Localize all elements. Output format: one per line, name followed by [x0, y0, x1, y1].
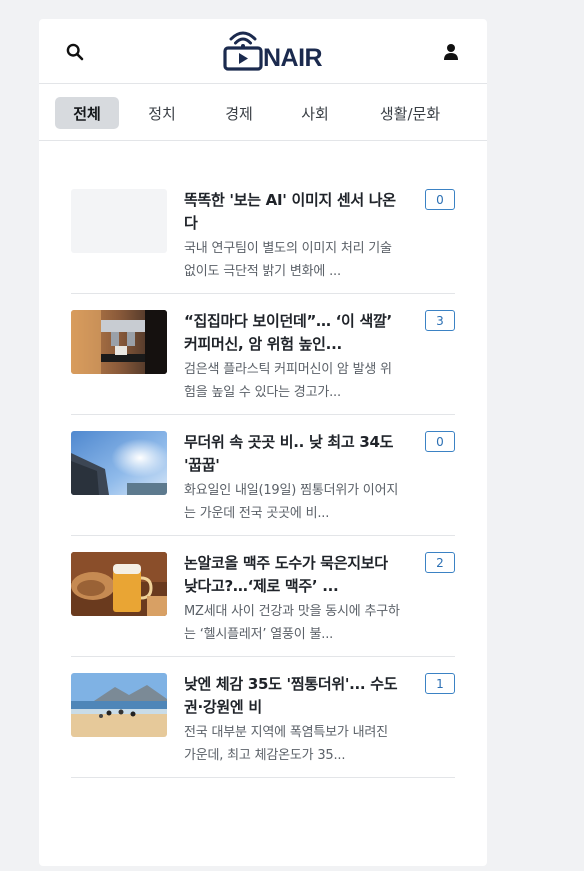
app-header: NAIR — [39, 19, 487, 84]
tab-society[interactable]: 사회 — [287, 97, 343, 129]
article-summary: 화요일인 내일(19일) 찜통더위가 이어지는 가운데 전국 곳곳에 비... — [184, 483, 399, 521]
tab-label: 전체 — [73, 104, 101, 123]
article-summary: MZ세대 사이 건강과 맛을 동시에 추구하는 ‘헬시플레저’ 열풍이 불... — [184, 604, 400, 642]
tab-politics[interactable]: 정치 — [134, 97, 190, 129]
tab-economy[interactable]: 경제 — [211, 97, 267, 129]
article-summary: 국내 연구팀이 별도의 이미지 처리 기술 없이도 극단적 밝기 변화에 ... — [184, 241, 392, 279]
tab-label: 생활/문화 — [379, 104, 441, 123]
article-summary: 검은색 플라스틱 커피머신이 암 발생 위험을 높일 수 있다는 경고가... — [184, 362, 392, 400]
article-title[interactable]: “집집마다 보이던데”… ‘이 색깔’ 커피머신, 암 위험 높인... — [184, 310, 399, 356]
brand-logo[interactable]: NAIR — [223, 26, 323, 78]
article-title[interactable]: 낮엔 체감 35도 '찜통더위'... 수도권·강원엔 비 — [184, 673, 399, 719]
comment-count-badge: 3 — [425, 310, 455, 331]
tv-broadcast-icon — [223, 31, 263, 71]
article-title[interactable]: 무더위 속 곳곳 비.. 낮 최고 34도 '꿉꿉' — [184, 431, 399, 477]
article-thumbnail-coffee-machine — [71, 310, 167, 374]
user-icon — [444, 44, 458, 60]
article-item[interactable]: 논알코올 맥주 도수가 묵은지보다 낮다고?…‘제로 맥주’ ... MZ세대 … — [71, 536, 455, 657]
article-title[interactable]: 똑똑한 '보는 AI' 이미지 센서 나온다 — [184, 189, 399, 235]
tab-all[interactable]: 전체 — [55, 97, 119, 129]
article-item[interactable]: 똑똑한 '보는 AI' 이미지 센서 나온다 국내 연구팀이 별도의 이미지 처… — [71, 173, 455, 294]
article-item[interactable]: 낮엔 체감 35도 '찜통더위'... 수도권·강원엔 비 전국 대부분 지역에… — [71, 657, 455, 778]
search-icon — [66, 43, 84, 61]
tab-label: 경제 — [225, 104, 253, 123]
comment-count-badge: 0 — [425, 431, 455, 452]
news-app: NAIR 전체 정치 경제 사회 생활/문화 똑똑한 '보는 AI' 이미지 센… — [39, 19, 487, 866]
article-title[interactable]: 논알코올 맥주 도수가 묵은지보다 낮다고?…‘제로 맥주’ ... — [184, 552, 399, 598]
article-item[interactable]: 무더위 속 곳곳 비.. 낮 최고 34도 '꿉꿉' 화요일인 내일(19일) … — [71, 415, 455, 536]
article-thumbnail-beer — [71, 552, 167, 616]
article-thumbnail-beach — [71, 673, 167, 737]
tab-label: 정치 — [148, 104, 176, 123]
article-list: 똑똑한 '보는 AI' 이미지 센서 나온다 국내 연구팀이 별도의 이미지 처… — [71, 173, 455, 778]
comment-count-badge: 2 — [425, 552, 455, 573]
comment-count-badge: 0 — [425, 189, 455, 210]
profile-button[interactable] — [437, 38, 465, 66]
logo-text: NAIR — [263, 44, 323, 72]
article-summary: 전국 대부분 지역에 폭염특보가 내려진 가운데, 최고 체감온도가 35... — [184, 725, 388, 763]
tab-label: 사회 — [301, 104, 329, 123]
search-button[interactable] — [61, 38, 89, 66]
category-tabs: 전체 정치 경제 사회 생활/문화 — [39, 84, 487, 141]
tab-life-culture[interactable]: 생활/문화 — [369, 97, 451, 129]
article-thumbnail-sky-building — [71, 431, 167, 495]
comment-count-badge: 1 — [425, 673, 455, 694]
article-thumbnail-blank — [71, 189, 167, 253]
article-item[interactable]: “집집마다 보이던데”… ‘이 색깔’ 커피머신, 암 위험 높인... 검은색… — [71, 294, 455, 415]
